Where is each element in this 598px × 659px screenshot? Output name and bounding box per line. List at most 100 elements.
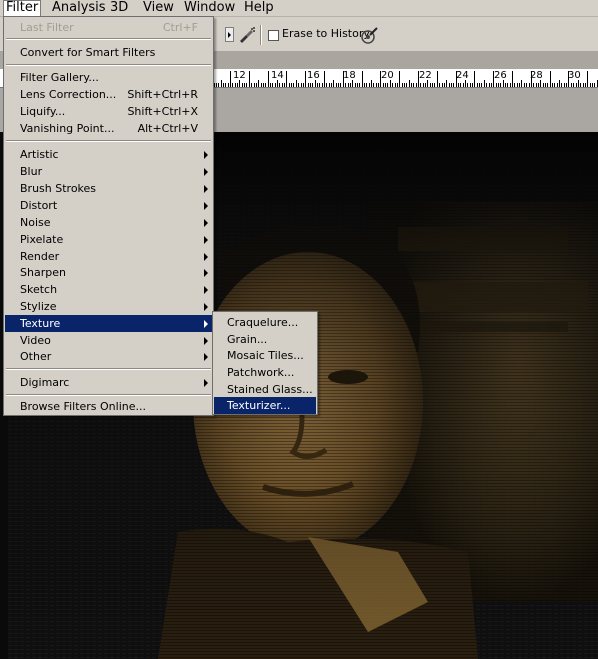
menu-item-mosaic-tiles[interactable]: Mosaic Tiles... [214, 347, 316, 364]
submenu-arrow-icon [204, 353, 208, 361]
menu-item-label: Filter Gallery... [20, 71, 99, 84]
ruler-tick [281, 83, 283, 87]
menu-item-noise[interactable]: Noise [5, 214, 212, 231]
ruler-tick [474, 71, 476, 87]
ruler-tick [422, 83, 424, 87]
menu-view[interactable]: View [141, 0, 176, 16]
ruler-tick [232, 83, 234, 87]
ruler-tick [493, 71, 495, 87]
airbrush-icon[interactable] [237, 25, 257, 45]
ruler-tick [462, 83, 464, 87]
menu-item-filter-gallery[interactable]: Filter Gallery... [5, 69, 212, 86]
menu-item-sharpen[interactable]: Sharpen [5, 264, 212, 281]
menu-bar: Filter Analysis 3D View Window Help [0, 0, 598, 17]
submenu-arrow-icon [204, 253, 208, 261]
submenu-arrow-icon [204, 185, 208, 193]
ruler-tick [458, 83, 459, 87]
ruler-tick [218, 83, 220, 87]
menu-item-liquify[interactable]: Liquify... Shift+Ctrl+X [5, 103, 212, 120]
ruler-tick [533, 83, 535, 87]
menu-filter[interactable]: Filter [3, 0, 42, 16]
ruler-tick [333, 80, 335, 87]
submenu-arrow-icon [204, 202, 208, 210]
ruler-tick [446, 80, 448, 87]
ruler-tick [326, 83, 328, 87]
submenu-arrow-icon [204, 151, 208, 159]
menu-item-artistic[interactable]: Artistic [5, 146, 212, 163]
submenu-arrow-icon [204, 379, 208, 387]
tool-preset-dropdown[interactable] [225, 27, 234, 42]
ruler-tick [570, 83, 572, 87]
menu-item-label: Noise [20, 216, 51, 229]
menu-item-label: Convert for Smart Filters [20, 46, 156, 59]
menu-item-label: Texture [20, 317, 61, 330]
filter-menu: Last Filter Ctrl+F Convert for Smart Fil… [3, 16, 214, 416]
ruler-tick [408, 80, 410, 87]
menu-item-craquelure[interactable]: Craquelure... [214, 314, 316, 331]
erase-to-history-checkbox[interactable] [268, 30, 279, 41]
menu-item-label: Liquify... [20, 105, 66, 118]
ruler-tick [309, 83, 311, 87]
submenu-arrow-icon [204, 303, 208, 311]
ruler-tick [401, 83, 403, 87]
ruler-tick [549, 71, 551, 87]
ruler-tick [411, 83, 412, 87]
menu-item-video[interactable]: Video [5, 332, 212, 349]
ruler-tick [241, 83, 243, 87]
ruler-tick [265, 83, 267, 87]
menu-item-label: Pixelate [20, 233, 64, 246]
menu-3d[interactable]: 3D [108, 0, 130, 16]
menu-item-other[interactable]: Other [5, 348, 212, 365]
ruler-tick [509, 83, 511, 87]
ruler-tick [361, 71, 363, 87]
menu-item-digimarc[interactable]: Digimarc [5, 374, 212, 391]
menu-item-browse-filters-online[interactable]: Browse Filters Online... [5, 398, 212, 415]
menu-analysis[interactable]: Analysis [50, 0, 108, 16]
menu-item-label: Blur [20, 165, 43, 178]
menu-item-shortcut: Shift+Ctrl+R [127, 88, 198, 101]
ruler-tick [523, 83, 525, 87]
menu-item-convert-smart-filters[interactable]: Convert for Smart Filters [5, 44, 212, 61]
ruler-number: 26 [494, 70, 507, 81]
menu-item-distort[interactable]: Distort [5, 197, 212, 214]
ruler-tick [267, 71, 269, 87]
menu-item-render[interactable]: Render [5, 248, 212, 265]
menu-item-vanishing-point[interactable]: Vanishing Point... Alt+Ctrl+V [5, 120, 212, 137]
menu-item-stained-glass[interactable]: Stained Glass... [214, 381, 316, 398]
tablet-pressure-icon[interactable] [360, 25, 380, 45]
ruler-tick [366, 83, 368, 87]
menu-item-blur[interactable]: Blur [5, 163, 212, 180]
ruler-tick [441, 83, 443, 87]
menu-item-label: Patchwork... [227, 366, 295, 379]
menu-item-brush-strokes[interactable]: Brush Strokes [5, 180, 212, 197]
menu-item-grain[interactable]: Grain... [214, 331, 316, 348]
ruler-tick [227, 83, 229, 87]
ruler-tick [568, 71, 570, 87]
ruler-tick [418, 71, 419, 87]
ruler-tick [359, 83, 361, 87]
ruler-tick [260, 83, 262, 87]
menu-item-patchwork[interactable]: Patchwork... [214, 364, 316, 381]
ruler-tick [239, 80, 241, 87]
menu-window[interactable]: Window [182, 0, 237, 16]
ruler-tick [596, 80, 598, 87]
ruler-tick [340, 83, 342, 87]
ruler-tick [467, 83, 469, 87]
ruler-tick [345, 83, 347, 87]
ruler-tick [577, 80, 579, 87]
menu-item-last-filter[interactable]: Last Filter Ctrl+F [5, 19, 212, 36]
menu-item-texture[interactable]: Texture [5, 315, 212, 332]
ruler-tick [425, 83, 427, 87]
ruler-tick [427, 80, 429, 87]
menu-item-pixelate[interactable]: Pixelate [5, 231, 212, 248]
ruler-tick [378, 83, 380, 87]
menu-item-texturizer[interactable]: Texturizer... [214, 397, 316, 414]
ruler-tick [561, 83, 563, 87]
menu-item-sketch[interactable]: Sketch [5, 281, 212, 298]
menu-item-stylize[interactable]: Stylize [5, 298, 212, 315]
menu-item-label: Other [20, 350, 52, 363]
menu-item-lens-correction[interactable]: Lens Correction... Shift+Ctrl+R [5, 86, 212, 103]
ruler-tick [288, 83, 290, 87]
menu-help[interactable]: Help [242, 0, 276, 16]
ruler-tick [215, 83, 217, 87]
